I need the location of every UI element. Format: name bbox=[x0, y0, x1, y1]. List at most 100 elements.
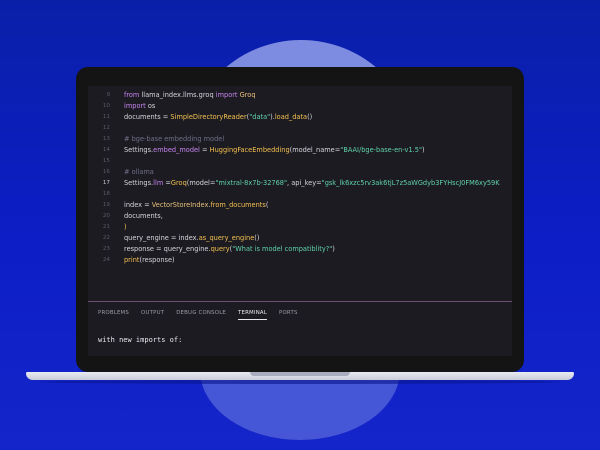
laptop-shadow bbox=[40, 380, 560, 384]
code-line[interactable]: 20 documents, bbox=[88, 211, 512, 222]
code-line[interactable]: 15 bbox=[88, 156, 512, 167]
code-line[interactable]: 24 print(response) bbox=[88, 255, 512, 266]
code-line[interactable]: 12 bbox=[88, 123, 512, 134]
code-text[interactable]: response = query_engine.query("What is m… bbox=[124, 244, 335, 255]
code-token: SimpleDirectoryReader bbox=[170, 113, 247, 121]
code-line[interactable]: 17 Settings.llm =Groq(model="mixtral-8x7b… bbox=[88, 178, 512, 189]
code-token: as_query_engine bbox=[198, 234, 255, 242]
code-token: Groq bbox=[239, 91, 256, 99]
line-number: 13 bbox=[102, 136, 110, 142]
code-text[interactable]: # bge-base embedding model bbox=[124, 134, 224, 145]
code-line[interactable]: 11 documents = SimpleDirectoryReader("dat… bbox=[88, 112, 512, 123]
code-token: ( bbox=[265, 201, 269, 209]
line-number: 9 bbox=[106, 92, 110, 98]
code-token: = bbox=[163, 179, 171, 187]
code-token: llm bbox=[153, 179, 164, 187]
line-number: 21 bbox=[102, 224, 110, 230]
line-number: 17 bbox=[102, 180, 110, 186]
line-number: 16 bbox=[102, 169, 110, 175]
tab-problems[interactable]: PROBLEMS bbox=[98, 308, 129, 320]
tab-terminal[interactable]: TERMINAL bbox=[238, 308, 268, 320]
code-line[interactable]: 18 bbox=[88, 189, 512, 200]
code-text[interactable]: documents = SimpleDirectoryReader("data"… bbox=[124, 112, 312, 123]
code-token: response = query_engine. bbox=[124, 245, 211, 253]
code-token: Settings. bbox=[124, 179, 154, 187]
code-line[interactable]: 14 Settings.embed_model = HuggingFaceEmbe… bbox=[88, 145, 512, 156]
line-number: 19 bbox=[102, 202, 110, 208]
code-line[interactable]: 9 from llama_index.llms.groq import Groq bbox=[88, 90, 512, 101]
code-text[interactable]: index = VectorStoreIndex.from_documents( bbox=[124, 200, 268, 211]
code-token: os bbox=[147, 102, 156, 110]
terminal-output[interactable]: with new imports of: bbox=[98, 336, 182, 344]
code-token: () bbox=[254, 234, 260, 242]
code-token: documents = bbox=[124, 113, 171, 121]
code-line[interactable]: 16 # ollama bbox=[88, 167, 512, 178]
line-number: 12 bbox=[102, 125, 110, 131]
code-token: print bbox=[124, 256, 140, 264]
code-token: (model_name= bbox=[289, 146, 341, 154]
line-number: 22 bbox=[102, 235, 110, 241]
code-token: "mixtral-8x7b-32768" bbox=[215, 179, 288, 187]
code-text[interactable]: # ollama bbox=[124, 167, 154, 178]
code-text[interactable]: Settings.embed_model = HuggingFaceEmbedd… bbox=[124, 145, 425, 156]
line-number: 14 bbox=[102, 147, 110, 153]
code-token: () bbox=[307, 113, 313, 121]
code-token: = bbox=[199, 146, 210, 154]
code-token: # bge-base embedding model bbox=[124, 135, 225, 143]
code-text[interactable]: query_engine = index.as_query_engine() bbox=[124, 233, 259, 244]
code-text[interactable]: from llama_index.llms.groq import Groq bbox=[124, 90, 256, 101]
code-token: ) bbox=[421, 146, 425, 154]
code-editor[interactable]: 9 from llama_index.llms.groq import Groq 1… bbox=[88, 86, 512, 301]
tab-debug-console[interactable]: DEBUG CONSOLE bbox=[176, 308, 226, 320]
line-number: 23 bbox=[102, 246, 110, 252]
code-token: query bbox=[210, 245, 230, 253]
code-token: HuggingFaceEmbedding bbox=[209, 146, 290, 154]
code-line[interactable]: 13 # bge-base embedding model bbox=[88, 134, 512, 145]
code-text[interactable]: Settings.llm =Groq(model="mixtral-8x7b-3… bbox=[124, 178, 500, 189]
code-token: "data" bbox=[249, 113, 271, 121]
code-text[interactable]: import os bbox=[124, 101, 155, 112]
panel-tabs: PROBLEMS OUTPUT DEBUG CONSOLE TERMINAL PORTS bbox=[98, 308, 310, 320]
code-text[interactable]: print(response) bbox=[124, 255, 175, 266]
code-token: llama_index.llms.groq bbox=[141, 91, 216, 99]
line-number: 20 bbox=[102, 213, 110, 219]
code-token: embed_model bbox=[153, 146, 200, 154]
line-number: 15 bbox=[102, 158, 110, 164]
code-text[interactable]: documents, bbox=[124, 211, 163, 222]
code-token: "gsk_lk6xzc5rv3ak6tjL7z5aWGdyb3FYHscJ0FM… bbox=[321, 179, 500, 187]
code-text[interactable]: ) bbox=[124, 222, 127, 233]
code-line[interactable]: 10 import os bbox=[88, 101, 512, 112]
code-token: "What is model compatiblity?" bbox=[232, 245, 333, 253]
code-line[interactable]: 22 query_engine = index.as_query_engine() bbox=[88, 233, 512, 244]
code-token: ) bbox=[124, 223, 127, 231]
laptop-screen: 9 from llama_index.llms.groq import Groq 1… bbox=[88, 86, 512, 356]
code-token: Settings. bbox=[124, 146, 154, 154]
line-number: 24 bbox=[102, 257, 110, 263]
code-line[interactable]: 23 response = query_engine.query("What is… bbox=[88, 244, 512, 255]
code-token: from_documents bbox=[210, 201, 266, 209]
tab-output[interactable]: OUTPUT bbox=[141, 308, 164, 320]
code-token: documents, bbox=[124, 212, 163, 220]
line-number: 11 bbox=[102, 114, 110, 120]
code-token: VectorStoreIndex bbox=[151, 201, 209, 209]
code-token: import bbox=[124, 102, 148, 110]
tab-ports[interactable]: PORTS bbox=[279, 308, 298, 320]
line-number: 18 bbox=[102, 191, 110, 197]
code-token: ) bbox=[332, 245, 335, 253]
code-token: , api_key= bbox=[287, 179, 322, 187]
code-token: load_data bbox=[274, 113, 308, 121]
code-token: Groq bbox=[170, 179, 187, 187]
code-token: "BAAI/bge-base-en-v1.5" bbox=[340, 146, 422, 154]
line-number: 10 bbox=[102, 103, 110, 109]
panel-divider[interactable] bbox=[88, 301, 512, 302]
code-line[interactable]: 21) bbox=[88, 222, 512, 233]
code-token: query_engine = index. bbox=[124, 234, 199, 242]
code-token: import bbox=[215, 91, 240, 99]
code-token: (model= bbox=[186, 179, 216, 187]
code-line[interactable]: 19 index = VectorStoreIndex.from_document… bbox=[88, 200, 512, 211]
code-token: index = bbox=[124, 201, 152, 209]
laptop-base-notch bbox=[250, 372, 350, 376]
code-token: (response) bbox=[139, 256, 175, 264]
code-token: from bbox=[124, 91, 142, 99]
code-token: # ollama bbox=[124, 168, 154, 176]
